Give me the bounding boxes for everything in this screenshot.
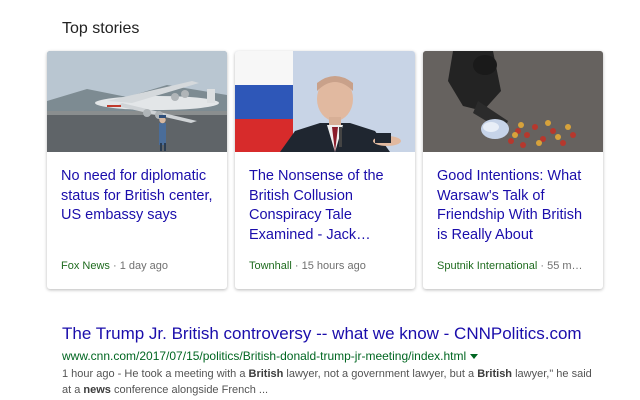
result-title-link[interactable]: The Trump Jr. British controversy -- wha…	[62, 323, 622, 345]
story-source: Townhall	[249, 260, 292, 272]
story-source: Fox News	[61, 260, 110, 272]
story-card-3[interactable]: Good Intentions: What Warsaw's Talk of F…	[423, 51, 603, 289]
snippet-text: lawyer, not a government lawyer, but a	[283, 368, 478, 380]
story-card-2[interactable]: The Nonsense of the British Collusion Co…	[235, 51, 415, 289]
snippet-keyword: news	[83, 384, 111, 396]
story-thumbnail-speaker[interactable]	[235, 51, 415, 152]
story-thumbnail-street[interactable]	[423, 51, 603, 152]
story-time: 15 hours ago	[301, 260, 366, 272]
story-time: 1 day ago	[119, 260, 169, 272]
search-result: The Trump Jr. British controversy -- wha…	[62, 323, 622, 398]
story-meta: Fox News · 1 day ago	[61, 260, 169, 272]
snippet-keyword: British	[248, 368, 284, 380]
story-source: Sputnik International	[437, 260, 538, 272]
story-headline[interactable]: No need for diplomatic status for Britis…	[61, 167, 219, 226]
story-meta: Townhall · 15 hours ago	[249, 260, 366, 272]
result-snippet: 1 hour ago - He took a meeting with a Br…	[62, 366, 602, 398]
top-stories-heading: Top stories	[62, 20, 140, 37]
story-time: 55 m…	[547, 260, 583, 272]
story-card-1[interactable]: No need for diplomatic status for Britis…	[47, 51, 227, 289]
snippet-text: He took a meeting with a	[124, 368, 249, 380]
story-meta: Sputnik International · 55 m…	[437, 260, 583, 272]
story-headline[interactable]: Good Intentions: What Warsaw's Talk of F…	[437, 167, 595, 245]
snippet-text: conference alongside French ...	[110, 384, 269, 396]
snippet-keyword: British	[477, 368, 513, 380]
story-headline[interactable]: The Nonsense of the British Collusion Co…	[249, 167, 407, 245]
result-url-text: www.cnn.com/2017/07/15/politics/British-…	[62, 349, 467, 363]
story-thumbnail-airplane[interactable]	[47, 51, 227, 152]
snippet-date: 1 hour ago	[62, 368, 115, 380]
top-stories-carousel: No need for diplomatic status for Britis…	[47, 51, 605, 291]
result-url: www.cnn.com/2017/07/15/politics/British-…	[62, 348, 622, 364]
snippet-separator: -	[114, 368, 125, 380]
dropdown-caret-icon[interactable]	[470, 354, 479, 359]
